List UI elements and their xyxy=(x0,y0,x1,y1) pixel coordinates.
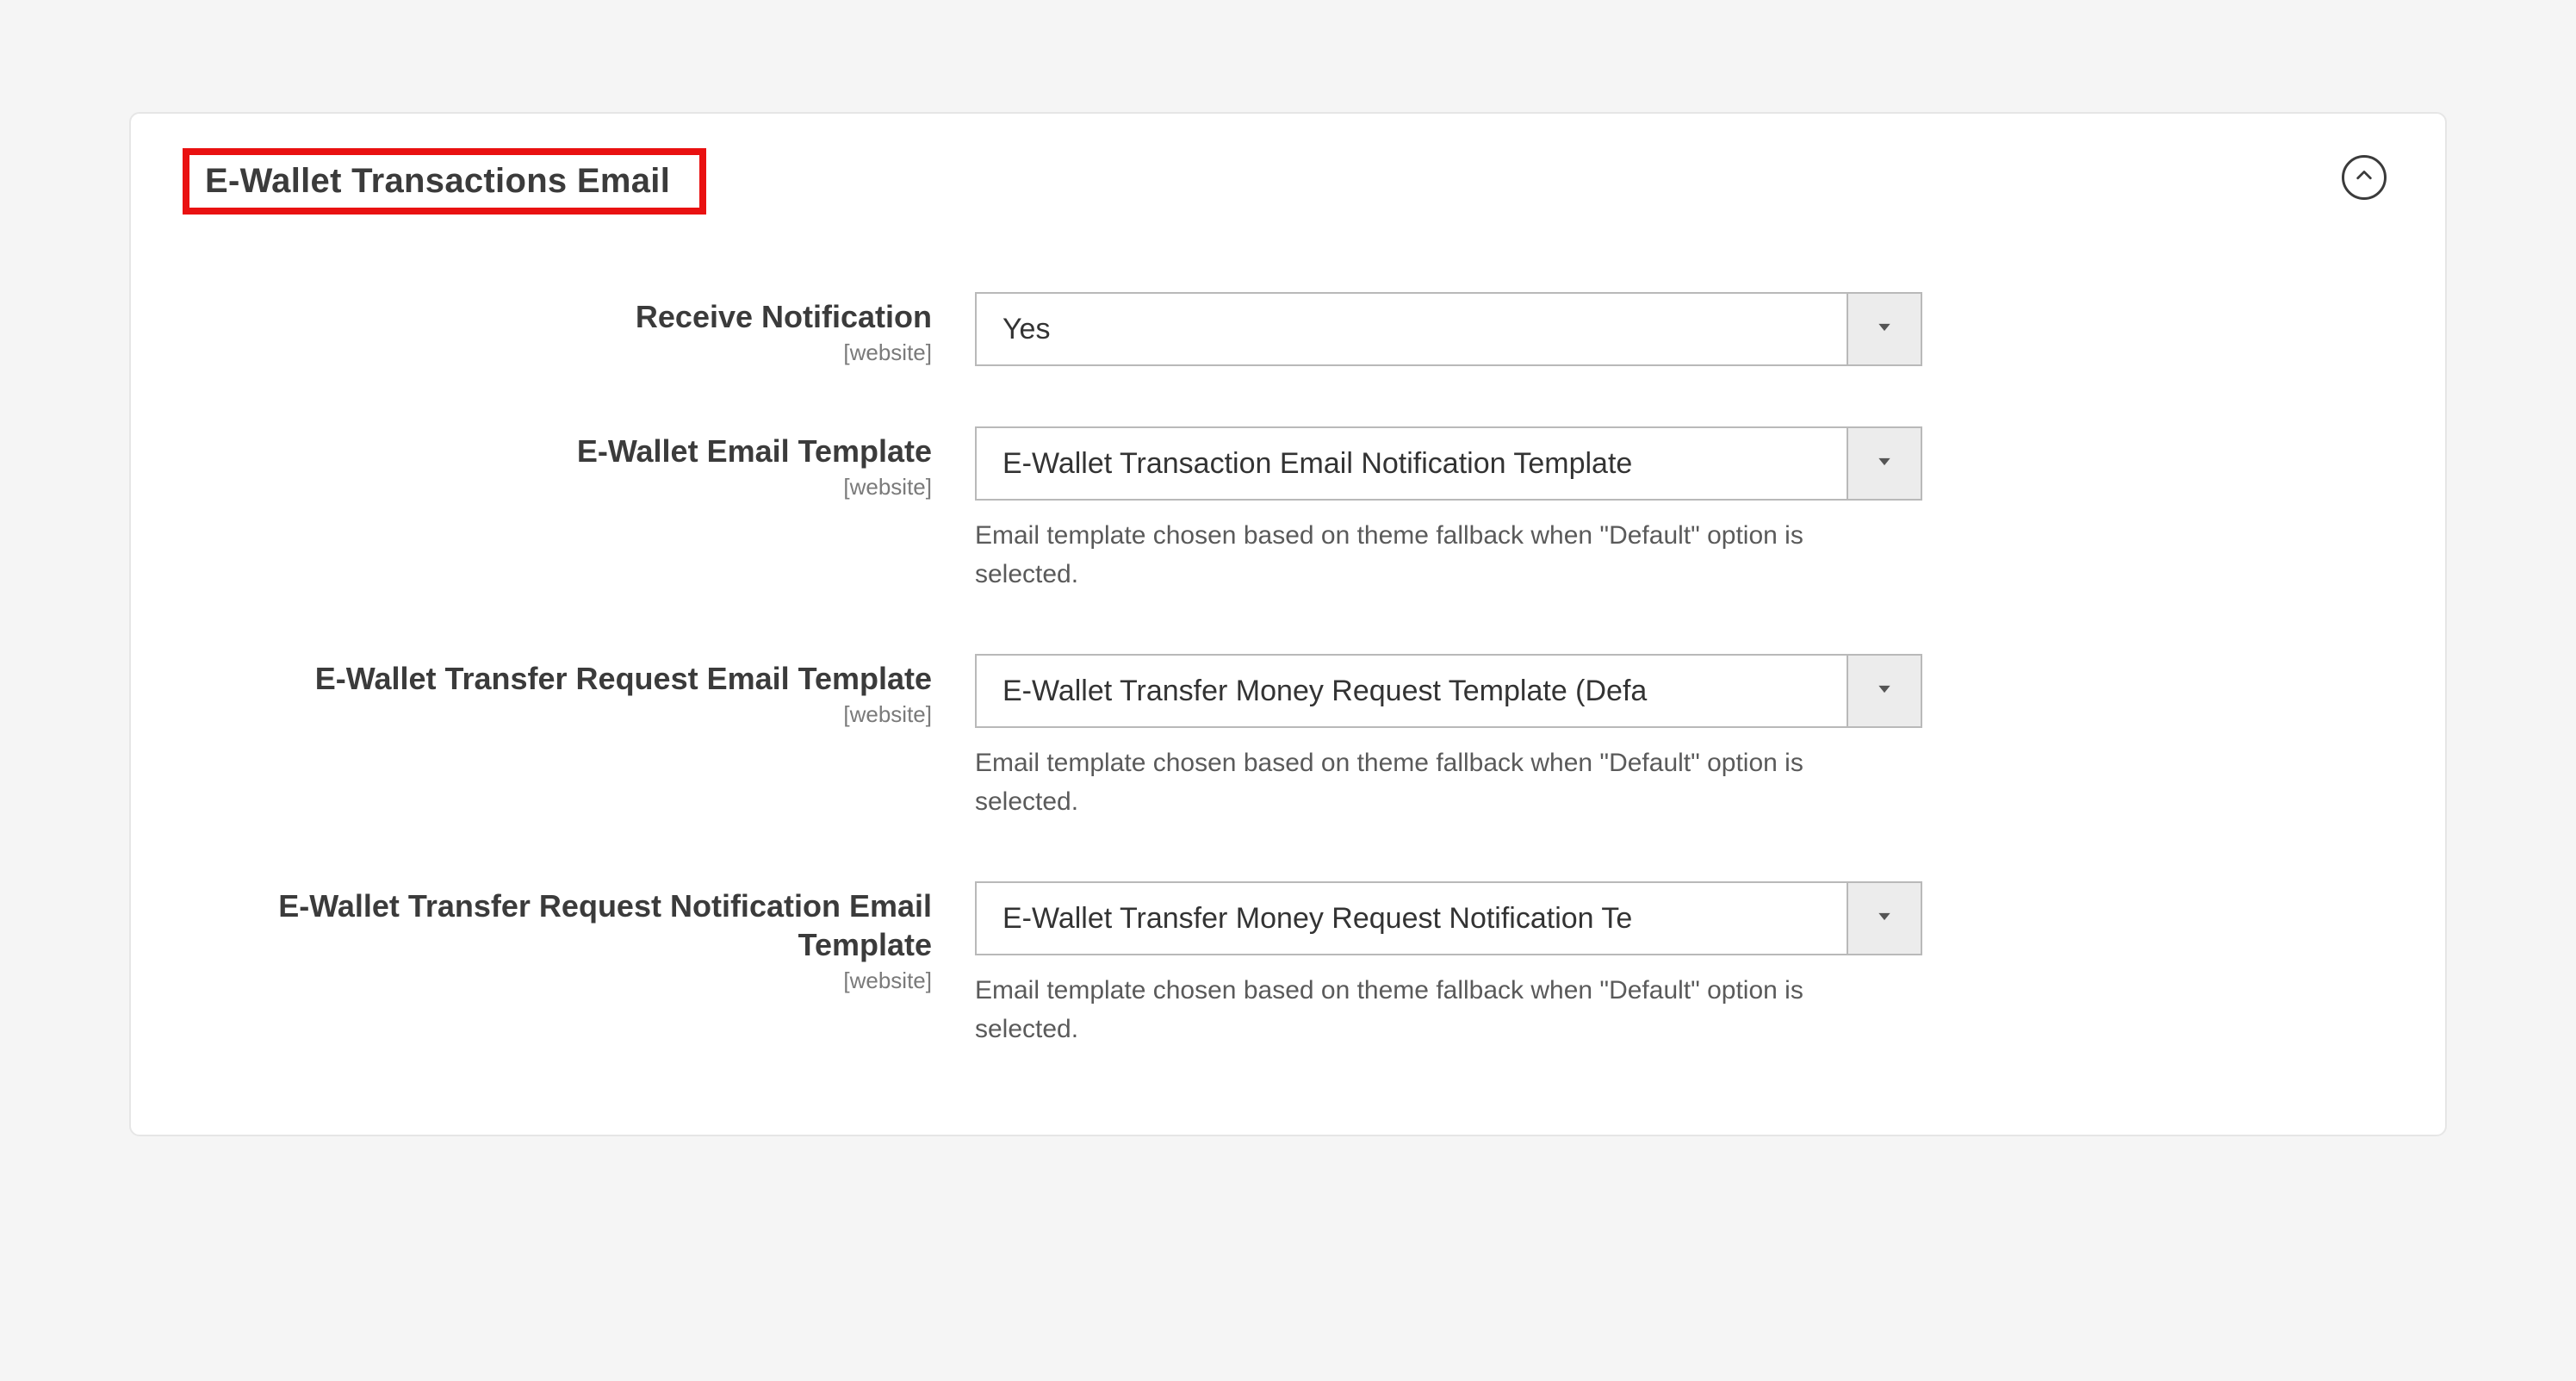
caret-down-icon xyxy=(1876,453,1893,475)
field-label-col: Receive Notification [website] xyxy=(183,292,975,366)
select-value: E-Wallet Transfer Money Request Template… xyxy=(977,656,1847,726)
field-input-col: E-Wallet Transaction Email Notification … xyxy=(975,426,1922,594)
transfer-request-template-select[interactable]: E-Wallet Transfer Money Request Template… xyxy=(975,654,1922,728)
caret-down-icon xyxy=(1876,681,1893,702)
field-input-col: Yes xyxy=(975,292,1922,366)
field-help-text: Email template chosen based on theme fal… xyxy=(975,743,1853,821)
field-scope: [website] xyxy=(183,474,932,501)
field-input-col: E-Wallet Transfer Money Request Notifica… xyxy=(975,881,1922,1048)
caret-down-icon xyxy=(1876,319,1893,340)
field-label-col: E-Wallet Transfer Request Email Template… xyxy=(183,654,975,728)
field-scope: [website] xyxy=(183,701,932,728)
field-scope: [website] xyxy=(183,967,932,994)
field-label-col: E-Wallet Email Template [website] xyxy=(183,426,975,501)
field-row-transfer-request-template: E-Wallet Transfer Request Email Template… xyxy=(183,654,2393,821)
field-scope: [website] xyxy=(183,339,932,366)
field-help-text: Email template chosen based on theme fal… xyxy=(975,971,1853,1048)
select-value: E-Wallet Transfer Money Request Notifica… xyxy=(977,883,1847,954)
select-value: E-Wallet Transaction Email Notification … xyxy=(977,428,1847,499)
transfer-request-notification-template-select[interactable]: E-Wallet Transfer Money Request Notifica… xyxy=(975,881,1922,955)
field-row-transfer-request-notification-template: E-Wallet Transfer Request Notification E… xyxy=(183,881,2393,1048)
form-rows: Receive Notification [website] Yes E-Wal… xyxy=(183,292,2393,1048)
select-dropdown-button[interactable] xyxy=(1847,883,1921,954)
field-row-receive-notification: Receive Notification [website] Yes xyxy=(183,292,2393,366)
select-dropdown-button[interactable] xyxy=(1847,656,1921,726)
field-label-col: E-Wallet Transfer Request Notification E… xyxy=(183,881,975,994)
select-dropdown-button[interactable] xyxy=(1847,428,1921,499)
section-header: E-Wallet Transactions Email xyxy=(183,148,2393,215)
caret-down-icon xyxy=(1876,908,1893,930)
field-label: Receive Notification xyxy=(183,297,932,336)
select-dropdown-button[interactable] xyxy=(1847,294,1921,364)
config-section-panel: E-Wallet Transactions Email Receive Noti… xyxy=(129,112,2447,1136)
section-title: E-Wallet Transactions Email xyxy=(205,162,670,201)
field-label: E-Wallet Email Template xyxy=(183,432,932,470)
email-template-select[interactable]: E-Wallet Transaction Email Notification … xyxy=(975,426,1922,501)
field-label: E-Wallet Transfer Request Notification E… xyxy=(183,886,932,964)
chevron-up-icon xyxy=(2355,166,2374,190)
collapse-toggle-button[interactable] xyxy=(2342,155,2387,200)
field-label: E-Wallet Transfer Request Email Template xyxy=(183,659,932,698)
receive-notification-select[interactable]: Yes xyxy=(975,292,1922,366)
select-value: Yes xyxy=(977,294,1847,364)
section-title-highlight: E-Wallet Transactions Email xyxy=(183,148,706,215)
field-input-col: E-Wallet Transfer Money Request Template… xyxy=(975,654,1922,821)
field-help-text: Email template chosen based on theme fal… xyxy=(975,516,1853,594)
field-row-email-template: E-Wallet Email Template [website] E-Wall… xyxy=(183,426,2393,594)
